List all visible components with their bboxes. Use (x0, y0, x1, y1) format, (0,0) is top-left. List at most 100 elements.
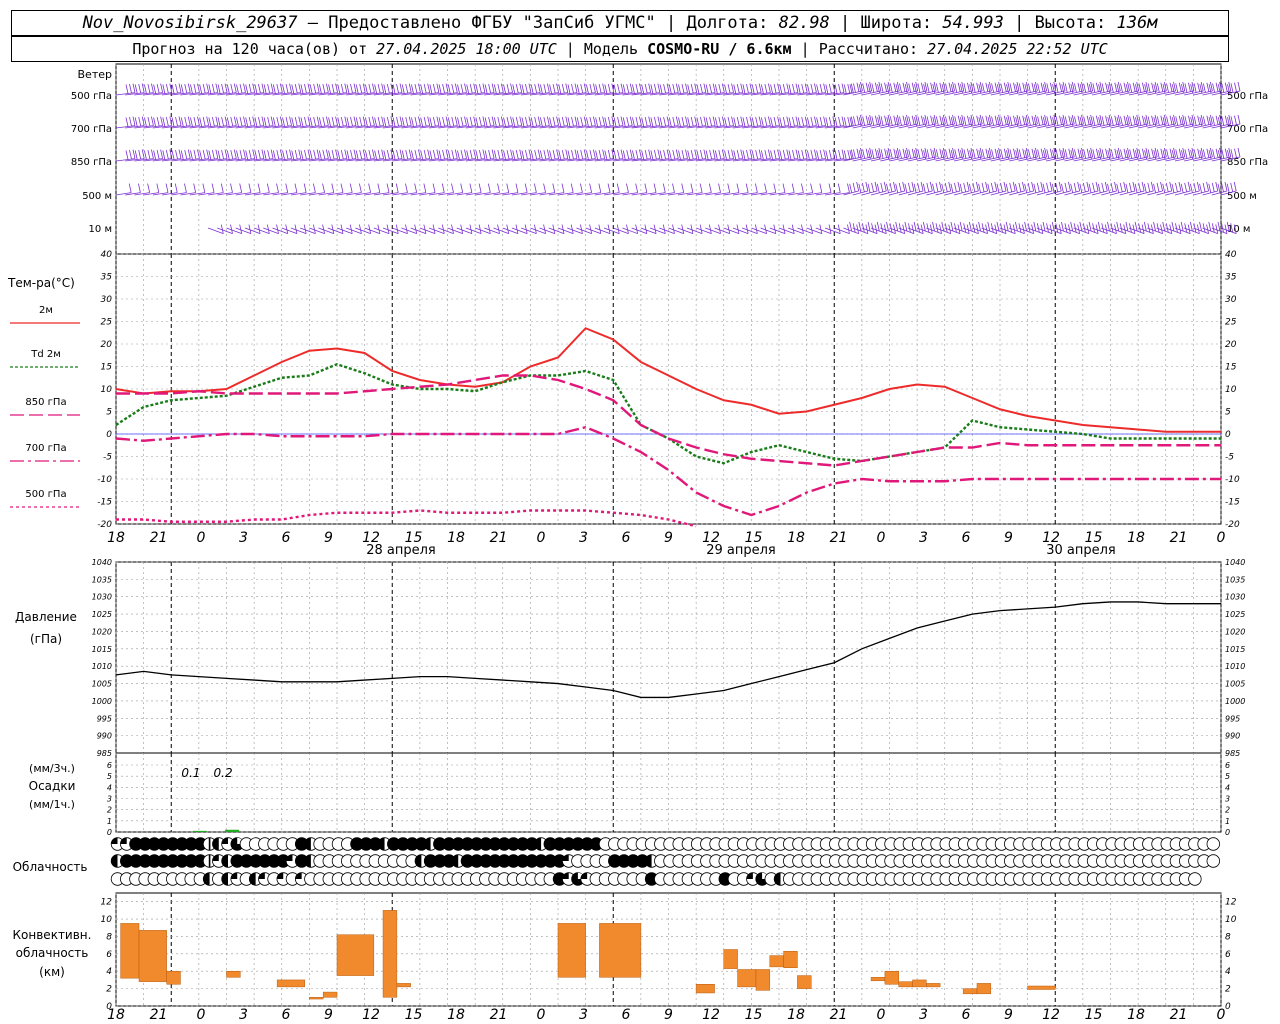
wind-barb-feather (248, 183, 252, 193)
wind-barb-feather (662, 183, 666, 193)
wind-barb-feather (414, 83, 418, 94)
y-tick-label-left: 0 (107, 828, 112, 837)
wind-barb-feather (978, 183, 981, 193)
wind-barb (226, 227, 242, 234)
wind-barb-feather (1040, 82, 1044, 92)
convective-bar (898, 981, 913, 988)
wind-barb-feather (639, 116, 642, 126)
wind-barb-feather (598, 224, 602, 234)
wind-barb-feather (773, 149, 777, 160)
wind-barb-feather (132, 149, 136, 159)
wind-barb-feather (1064, 223, 1068, 233)
wind-barb-feather (349, 224, 353, 234)
wind-barb-feather (786, 83, 790, 93)
wind-barb-feather (174, 183, 178, 193)
wind-barb-feather (921, 82, 924, 92)
wind-barb-feather (972, 83, 976, 93)
x-tick-label: 9 (1004, 530, 1013, 546)
wind-barb-feather (552, 149, 556, 160)
wind-barb-feather (856, 181, 860, 192)
wind-barb-feather (607, 224, 611, 234)
x-tick-label: 9 (664, 530, 673, 546)
wind-barb-feather (847, 116, 851, 127)
wind-barb-feather (841, 83, 845, 93)
wind-barb-feather (134, 150, 138, 160)
wind-barb-feather (1073, 223, 1077, 233)
wind-barb-feather (1059, 148, 1062, 158)
wind-barb-feather (1068, 224, 1071, 234)
wind-barb-feather (184, 116, 188, 127)
wind-barb-feather (1206, 115, 1210, 125)
wind-barb-feather (1132, 224, 1136, 234)
wind-barb-feather (405, 183, 408, 193)
wind-barb-feather (175, 83, 178, 94)
x-tick-label: 21 (1170, 530, 1188, 546)
wind-barb-feather (819, 224, 823, 234)
convective-panel-title-1: Конвективн. (13, 928, 92, 942)
wind-barb-feather (337, 117, 341, 127)
pressure-panel-title: Давление (15, 610, 77, 624)
wind-barb-feather (1160, 224, 1163, 234)
wind-barb-feather (709, 116, 713, 127)
wind-barb-feather (945, 116, 948, 126)
wind-barb-feather (1169, 115, 1173, 125)
convective-bar (755, 969, 771, 991)
wind-barb-feather (657, 116, 661, 126)
wind-barb-feather (1147, 83, 1151, 93)
wind-barb-feather (144, 150, 147, 160)
convective-bar (557, 923, 586, 978)
wind-barb-feather (712, 149, 716, 159)
wind-barb-feather (543, 224, 546, 234)
wind-barb (557, 227, 574, 234)
wind-barb-feather (1018, 149, 1022, 159)
wind-barb-feather (488, 149, 492, 160)
wind-barb-feather (418, 116, 421, 126)
y-tick-label-left: 2 (106, 985, 112, 995)
wind-barb-feather (1036, 223, 1040, 233)
wind-barb-feather (1188, 82, 1191, 92)
wind-barb-feather (985, 82, 989, 92)
wind-barb (751, 227, 767, 234)
wind-barb-feather (441, 224, 445, 234)
x-tick-label: 12 (362, 1007, 380, 1023)
wind-barb-feather (1125, 183, 1129, 193)
wind-barb-feather (230, 116, 234, 127)
wind-barb-feather (580, 183, 583, 193)
wind-barb-feather (1197, 148, 1201, 158)
wind-barb-feather (503, 84, 506, 94)
wind-barb (355, 227, 371, 234)
wind-barb-feather (312, 224, 316, 234)
convective-bar (1027, 985, 1056, 990)
y-tick-label-left: 4 (107, 783, 112, 792)
wind-barb-feather (1079, 221, 1083, 232)
wind-barb-feather (1097, 183, 1101, 193)
wind-barb-feather (276, 224, 279, 234)
wind-barb-feather (475, 84, 479, 94)
wind-barb-feather (672, 149, 676, 160)
wind-barb-feather (1165, 182, 1169, 193)
wind-barb-feather (1018, 83, 1022, 93)
y-tick-label-right: 0 (1225, 430, 1231, 440)
wind-barb-feather (867, 221, 871, 232)
wind-barb-feather (1083, 83, 1087, 93)
wind-barb-feather (852, 182, 856, 193)
wind-barb-feather (1101, 149, 1105, 159)
wind-barb-feather (929, 181, 933, 192)
precip-annotation: 0.2 (214, 766, 233, 780)
wind-barb-feather (972, 116, 976, 126)
wind-barb-feather (1077, 115, 1081, 125)
wind-barb (548, 227, 565, 234)
wind-barb-feather (1175, 116, 1179, 126)
convective-bar (695, 984, 715, 994)
wind-barb-feather (187, 116, 191, 126)
wind-barb-feather (749, 116, 753, 126)
y-tick-label-right: 5 (1225, 772, 1230, 781)
wind-barb-feather (267, 149, 271, 160)
wind-barb-feather (644, 83, 648, 94)
wind-barb-feather (1092, 116, 1096, 126)
wind-barb-feather (503, 150, 506, 160)
wind-barb-feather (144, 117, 147, 127)
wind-barb-feather (199, 150, 203, 160)
wind-barb-feather (565, 116, 569, 126)
wind-barb-feather (659, 117, 663, 127)
